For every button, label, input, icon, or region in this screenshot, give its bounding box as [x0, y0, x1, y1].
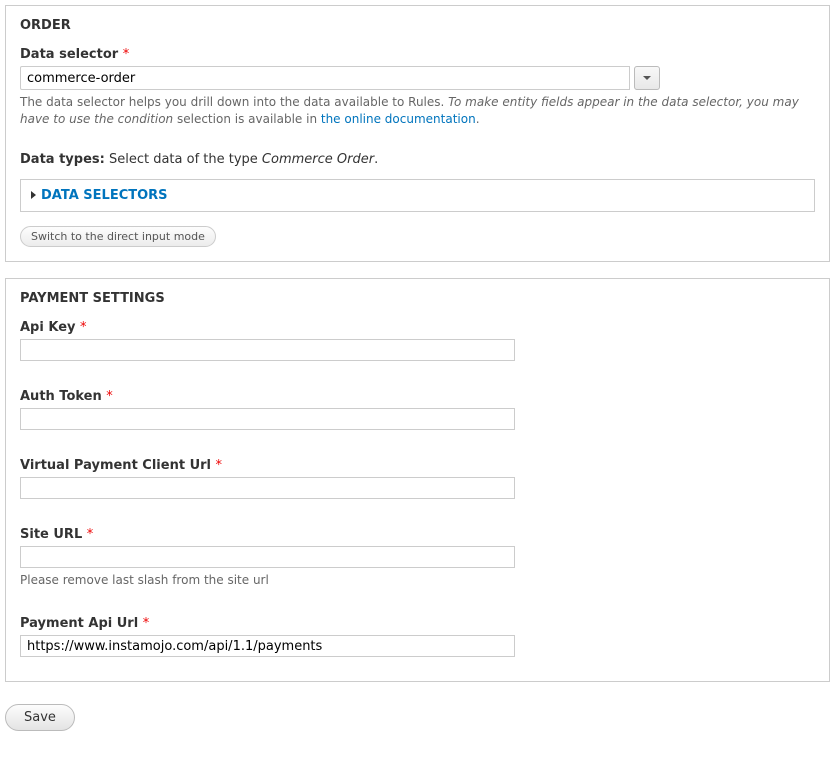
required-marker: *: [143, 616, 150, 631]
payment-api-url-item: Payment Api Url *: [20, 616, 815, 657]
site-url-item: Site URL * Please remove last slash from…: [20, 527, 815, 589]
required-marker: *: [106, 389, 113, 404]
required-marker: *: [87, 527, 94, 542]
switch-input-mode-button[interactable]: Switch to the direct input mode: [20, 226, 216, 247]
save-button[interactable]: Save: [5, 704, 75, 731]
data-selector-dropdown-button[interactable]: [634, 66, 660, 90]
data-selector-label: Data selector *: [20, 47, 815, 62]
payment-settings-fieldset: Payment Settings Api Key * Auth Token * …: [5, 278, 830, 683]
site-url-input[interactable]: [20, 546, 515, 568]
payment-api-url-input[interactable]: [20, 635, 515, 657]
auth-token-label: Auth Token *: [20, 389, 815, 404]
data-types-row: Data types: Select data of the type Comm…: [20, 152, 815, 167]
api-key-item: Api Key *: [20, 320, 815, 361]
auth-token-input[interactable]: [20, 408, 515, 430]
data-selectors-collapsible[interactable]: Data Selectors: [20, 179, 815, 212]
api-key-label: Api Key *: [20, 320, 815, 335]
vpc-url-item: Virtual Payment Client Url *: [20, 458, 815, 499]
data-selector-input[interactable]: [20, 66, 630, 90]
api-key-input[interactable]: [20, 339, 515, 361]
order-legend: Order: [20, 18, 815, 43]
data-selector-item: Data selector * The data selector helps …: [20, 47, 815, 128]
order-fieldset: Order Data selector * The data selector …: [5, 5, 830, 262]
auth-token-item: Auth Token *: [20, 389, 815, 430]
data-selector-help: The data selector helps you drill down i…: [20, 94, 815, 128]
site-url-help: Please remove last slash from the site u…: [20, 572, 815, 589]
site-url-label: Site URL *: [20, 527, 815, 542]
payment-api-url-label: Payment Api Url *: [20, 616, 815, 631]
data-selector-row: [20, 66, 815, 90]
required-marker: *: [80, 320, 87, 335]
required-marker: *: [123, 47, 130, 62]
triangle-right-icon: [31, 191, 36, 199]
payment-settings-legend: Payment Settings: [20, 291, 815, 316]
required-marker: *: [216, 458, 223, 473]
vpc-url-input[interactable]: [20, 477, 515, 499]
vpc-url-label: Virtual Payment Client Url *: [20, 458, 815, 473]
online-documentation-link[interactable]: the online documentation: [321, 112, 476, 126]
chevron-down-icon: [643, 74, 651, 82]
data-selectors-header[interactable]: Data Selectors: [31, 188, 804, 203]
data-selectors-title: Data Selectors: [41, 188, 168, 203]
